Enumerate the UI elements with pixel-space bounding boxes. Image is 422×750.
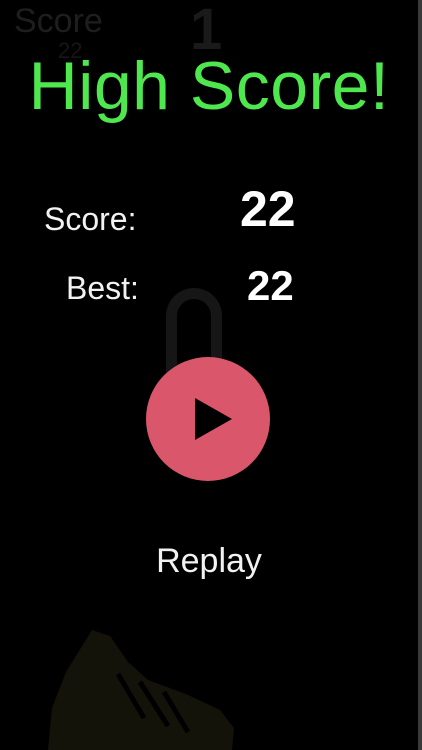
- score-label: Score:: [44, 201, 137, 237]
- shoe-icon: [48, 630, 234, 750]
- play-icon: [195, 398, 232, 440]
- screen-edge-bar: [418, 0, 422, 750]
- best-label: Best:: [66, 270, 139, 306]
- background-score-label: Score: [14, 2, 103, 40]
- score-value: 22: [240, 181, 296, 237]
- play-button[interactable]: [146, 357, 270, 481]
- replay-label[interactable]: Replay: [0, 542, 418, 581]
- best-value: 22: [247, 262, 294, 309]
- high-score-title: High Score!: [28, 48, 390, 124]
